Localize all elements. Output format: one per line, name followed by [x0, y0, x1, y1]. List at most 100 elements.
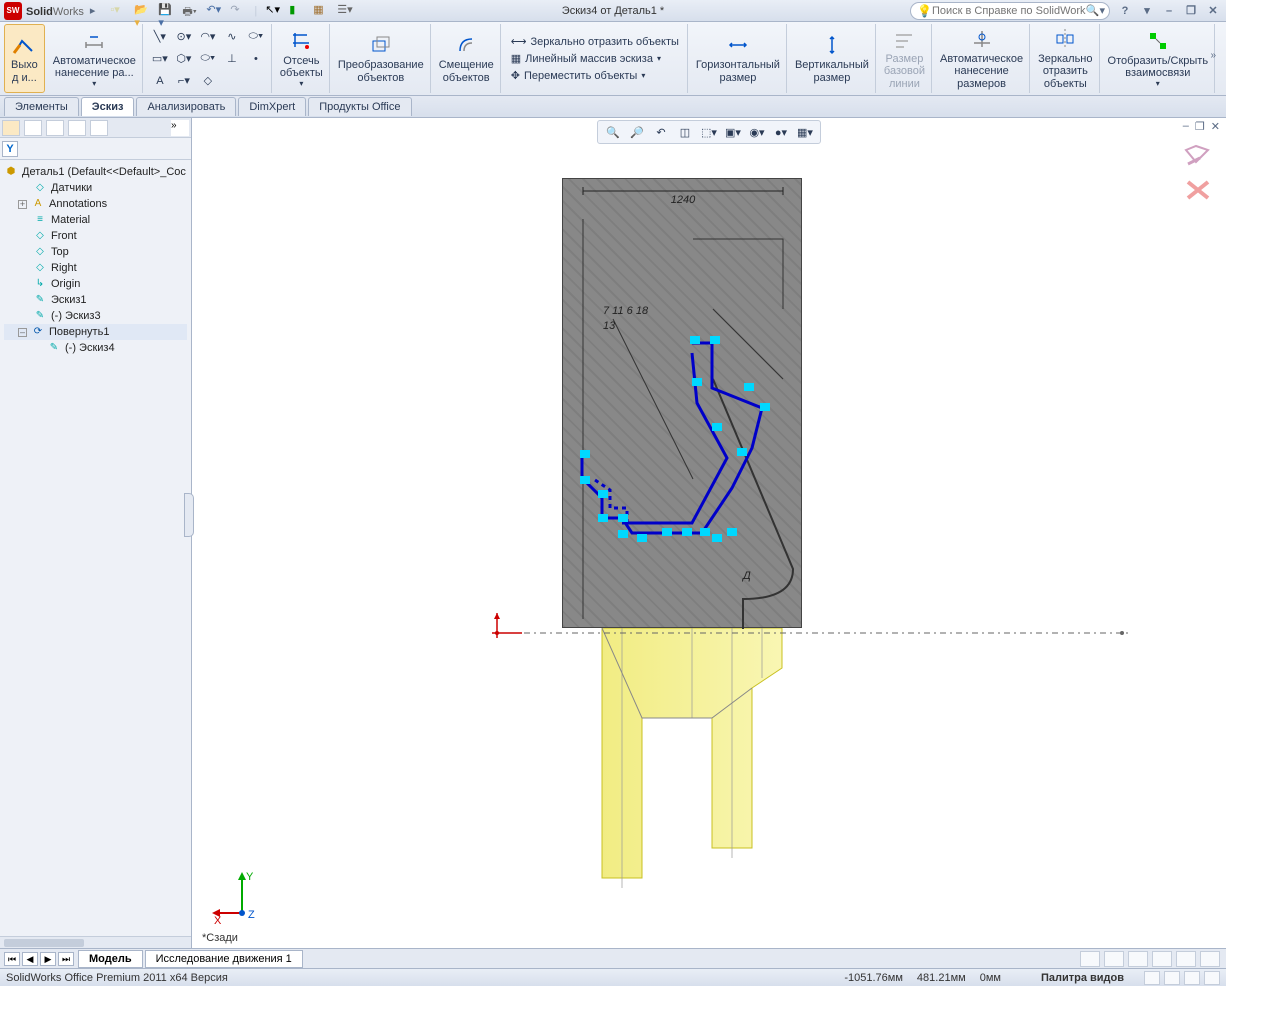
- appearances-icon[interactable]: [1176, 951, 1196, 967]
- ellipse-icon[interactable]: ⬭▾: [245, 27, 267, 47]
- polygon-icon[interactable]: ⬡▾: [173, 49, 195, 69]
- status-icon-2[interactable]: [1164, 971, 1180, 985]
- options-icon[interactable]: ▦: [313, 3, 329, 19]
- doc-minimize-icon[interactable]: –: [1183, 120, 1189, 133]
- tab-analyze[interactable]: Анализировать: [136, 97, 236, 116]
- file-explorer-icon[interactable]: [1128, 951, 1148, 967]
- first-tab-icon[interactable]: ⏮: [4, 952, 20, 966]
- minimize-button[interactable]: –: [1162, 4, 1176, 18]
- tree-node[interactable]: ✎(-) Эскиз4: [4, 340, 187, 356]
- help-search[interactable]: 💡 🔍▾: [910, 2, 1110, 20]
- help-search-input[interactable]: [932, 5, 1086, 17]
- auto-dimension-button[interactable]: Автоматическое нанесение ра... ▾: [47, 24, 143, 93]
- panel-expander-handle[interactable]: [184, 493, 194, 537]
- side-hscroll[interactable]: [0, 936, 191, 948]
- save-icon[interactable]: 💾▾: [158, 3, 174, 19]
- move-icon[interactable]: ✥: [511, 69, 520, 82]
- expand-icon[interactable]: +: [18, 200, 27, 209]
- dropdown-icon[interactable]: ▾: [641, 71, 645, 80]
- prev-view-icon[interactable]: ↶: [652, 123, 670, 141]
- redo-icon[interactable]: ↷: [230, 3, 246, 19]
- tab-office[interactable]: Продукты Office: [308, 97, 411, 116]
- undo-icon[interactable]: ↶▾: [206, 3, 222, 19]
- ribbon-overflow-icon[interactable]: »: [1210, 50, 1216, 61]
- section-icon[interactable]: ◫: [676, 123, 694, 141]
- arc-icon[interactable]: ◠▾: [197, 27, 219, 47]
- help-button[interactable]: ?: [1118, 4, 1132, 18]
- fillet-icon[interactable]: ⌐▾: [173, 71, 195, 91]
- graphics-area[interactable]: 🔍 🔎 ↶ ◫ ⬚▾ ▣▾ ◉▾ ●▾ ▦▾ – ❐ ✕ 1240 13 7: [192, 118, 1226, 948]
- status-palette[interactable]: Палитра видов: [1041, 972, 1124, 984]
- zoom-fit-icon[interactable]: 🔍: [604, 123, 622, 141]
- display-relations-button[interactable]: Отобразить/Скрыть взаимосвязи ▾: [1102, 24, 1216, 93]
- point-icon[interactable]: •: [245, 49, 267, 69]
- linear-label[interactable]: Линейный массив эскиза: [525, 53, 653, 65]
- trim-button[interactable]: Отсечь объекты ▾: [274, 24, 330, 93]
- select-icon[interactable]: ↖▾: [265, 3, 281, 19]
- search-icon[interactable]: 🔍▾: [1086, 4, 1105, 17]
- dimxpert-tab-icon[interactable]: [68, 120, 86, 136]
- status-icon-4[interactable]: [1204, 971, 1220, 985]
- custom-props-icon[interactable]: [1200, 951, 1220, 967]
- tree-node[interactable]: ≡Material: [4, 212, 187, 228]
- exit-sketch-button[interactable]: Выхо д и...: [4, 24, 45, 93]
- linear-pattern-icon[interactable]: ▦: [511, 52, 521, 65]
- design-library-icon[interactable]: [1104, 951, 1124, 967]
- tree-node[interactable]: ◇Датчики: [4, 180, 187, 196]
- tree-root[interactable]: ⬢ Деталь1 (Default<<Default>_Сос: [4, 164, 187, 180]
- feature-tree[interactable]: ⬢ Деталь1 (Default<<Default>_Сос ◇Датчик…: [0, 160, 191, 936]
- next-tab-icon[interactable]: ▶: [40, 952, 56, 966]
- new-icon[interactable]: ▫▾: [110, 3, 126, 19]
- text-icon[interactable]: A: [149, 71, 171, 91]
- mirror-icon[interactable]: ⟷: [511, 35, 527, 48]
- plane-icon[interactable]: ◇: [197, 71, 219, 91]
- print-icon[interactable]: 🖶▾: [182, 3, 198, 19]
- doc-restore-icon[interactable]: ❐: [1195, 120, 1205, 133]
- move-label[interactable]: Переместить объекты: [524, 70, 637, 82]
- expand-icon[interactable]: –: [18, 328, 27, 337]
- display-style-icon[interactable]: ▣▾: [724, 123, 742, 141]
- hide-show-icon[interactable]: ◉▾: [748, 123, 766, 141]
- view-palette-icon[interactable]: [1152, 951, 1172, 967]
- menu-expand-icon[interactable]: ▸: [90, 4, 96, 17]
- help-dropdown-icon[interactable]: ▾: [1140, 4, 1154, 18]
- slot-icon[interactable]: ⬭▾: [197, 49, 219, 69]
- constraint-markers[interactable]: [562, 178, 802, 628]
- home-icon[interactable]: [1080, 951, 1100, 967]
- prev-tab-icon[interactable]: ◀: [22, 952, 38, 966]
- close-button[interactable]: ✕: [1206, 4, 1220, 18]
- propertymanager-tab-icon[interactable]: [24, 120, 42, 136]
- dropdown-icon[interactable]: ▾: [92, 79, 96, 88]
- tree-node[interactable]: ✎Эскиз1: [4, 292, 187, 308]
- view-settings-icon[interactable]: ▦▾: [796, 123, 814, 141]
- dropdown-icon[interactable]: ▾: [299, 79, 303, 88]
- hdim-button[interactable]: Горизонтальный размер: [690, 24, 787, 93]
- spline-icon[interactable]: ∿: [221, 27, 243, 47]
- restore-button[interactable]: ❐: [1184, 4, 1198, 18]
- scene-icon[interactable]: ●▾: [772, 123, 790, 141]
- tree-node[interactable]: ◇Top: [4, 244, 187, 260]
- rect-icon[interactable]: ▭▾: [149, 49, 171, 69]
- mirror2-button[interactable]: Зеркально отразить объекты: [1032, 24, 1099, 93]
- convert-button[interactable]: Преобразование объектов: [332, 24, 431, 93]
- dropdown-icon[interactable]: ▾: [1156, 79, 1160, 88]
- vdim-button[interactable]: Вертикальный размер: [789, 24, 876, 93]
- zoom-area-icon[interactable]: 🔎: [628, 123, 646, 141]
- configmanager-tab-icon[interactable]: [46, 120, 64, 136]
- auto-dim2-button[interactable]: Автоматическое нанесение размеров: [934, 24, 1030, 93]
- status-icon-1[interactable]: [1144, 971, 1160, 985]
- view-orient-icon[interactable]: ⬚▾: [700, 123, 718, 141]
- tab-elements[interactable]: Элементы: [4, 97, 79, 116]
- tree-node[interactable]: ✎(-) Эскиз3: [4, 308, 187, 324]
- views-icon[interactable]: ☰▾: [337, 3, 353, 19]
- motion-study-tab[interactable]: Исследование движения 1: [145, 950, 303, 968]
- status-icon-3[interactable]: [1184, 971, 1200, 985]
- featuremanager-tab-icon[interactable]: [2, 120, 20, 136]
- perpendicular-icon[interactable]: ⊥: [221, 49, 243, 69]
- mirror-label[interactable]: Зеркально отразить объекты: [531, 36, 679, 48]
- circle-icon[interactable]: ⊙▾: [173, 27, 195, 47]
- tree-node[interactable]: –⟳Повернуть1: [4, 324, 187, 340]
- last-tab-icon[interactable]: ⏭: [58, 952, 74, 966]
- dropdown-icon[interactable]: ▾: [657, 54, 661, 63]
- doc-close-icon[interactable]: ✕: [1211, 120, 1220, 133]
